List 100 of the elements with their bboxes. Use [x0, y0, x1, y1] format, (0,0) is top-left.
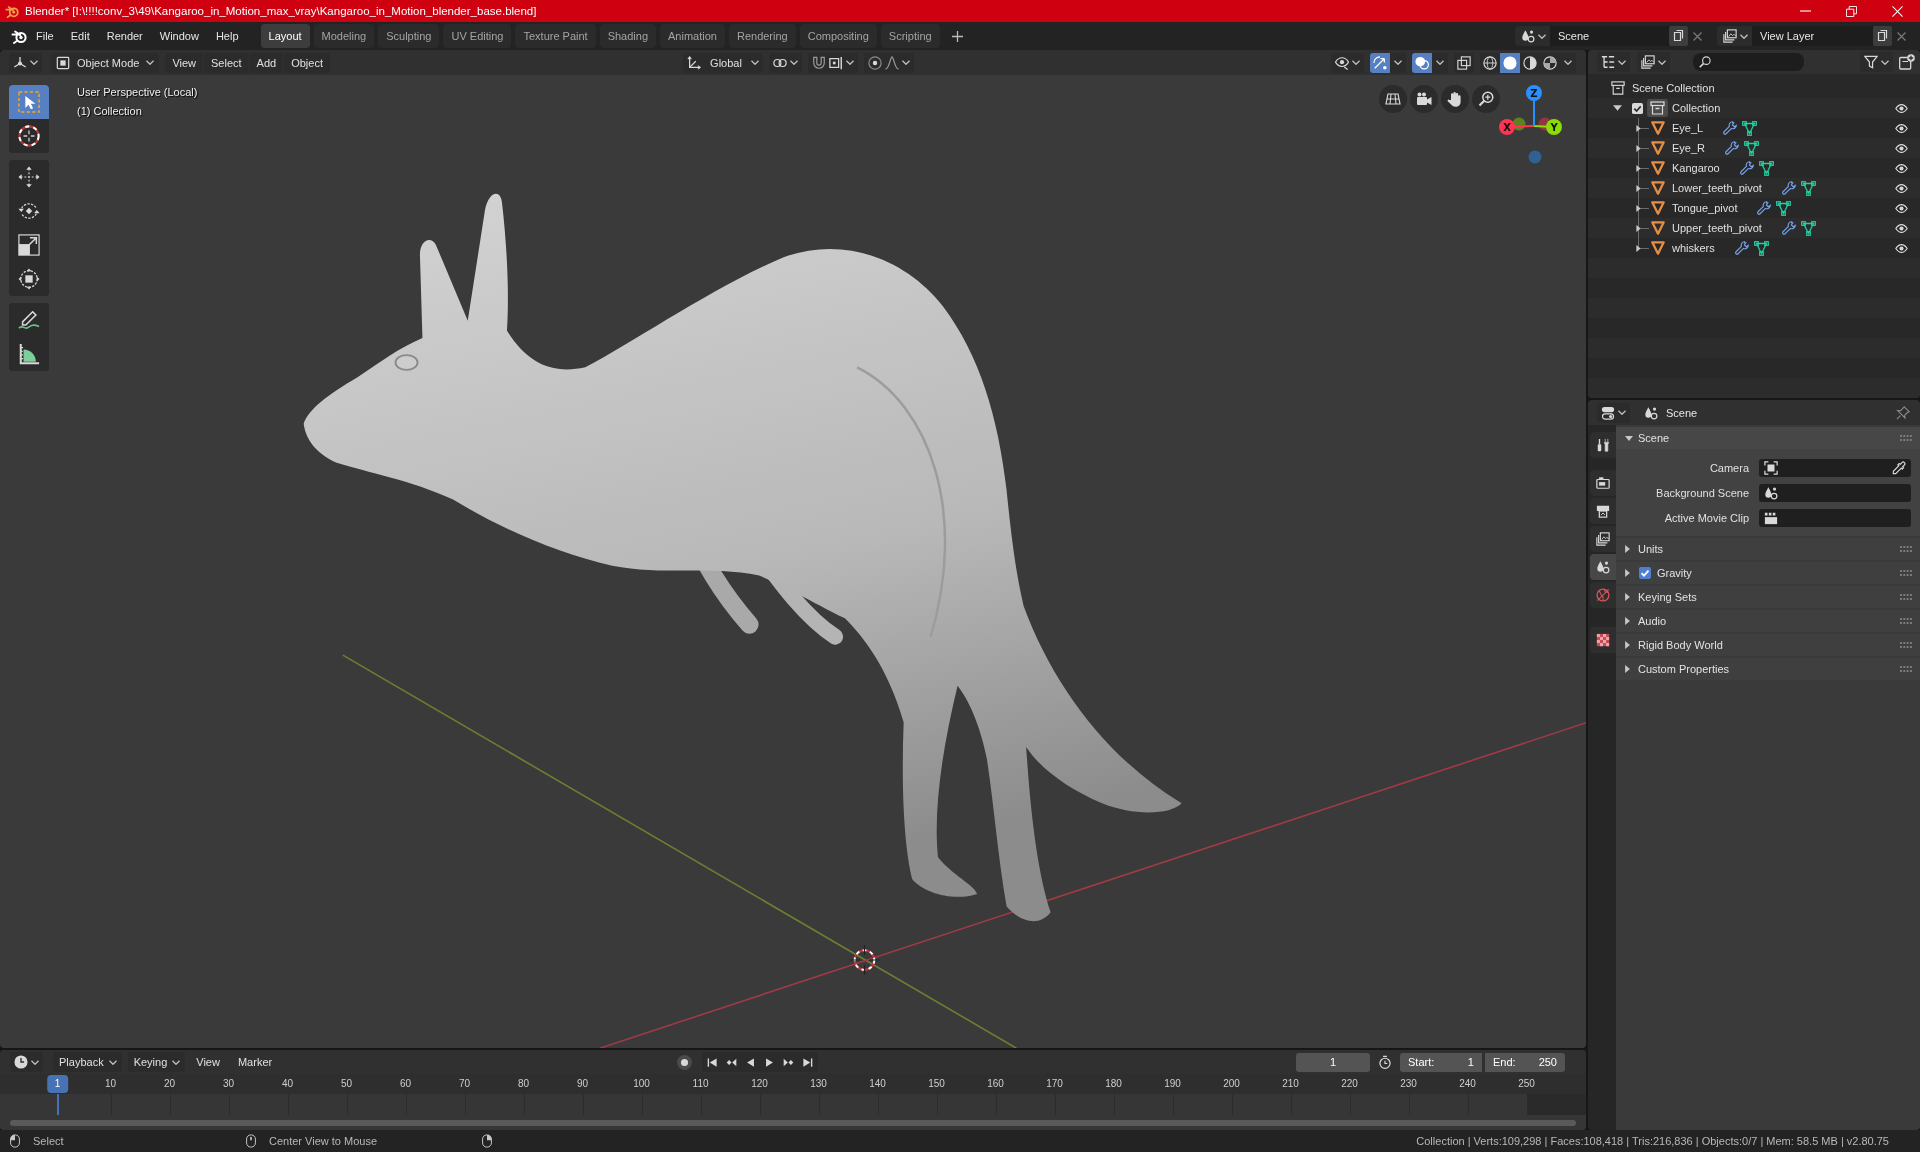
zoom-icon[interactable] [1472, 85, 1500, 113]
wrench-icon[interactable] [1781, 221, 1796, 235]
record-icon[interactable] [677, 1054, 693, 1070]
drag-handle-icon[interactable] [1900, 665, 1912, 673]
mesh-data-icon[interactable] [1744, 140, 1760, 156]
eye-icon[interactable] [1895, 203, 1908, 213]
wrench-icon[interactable] [1757, 201, 1772, 215]
orientation-dropdown[interactable]: Global [683, 52, 763, 73]
pivot-point-button[interactable] [768, 52, 802, 73]
pin-icon[interactable] [1896, 405, 1910, 420]
next-keyframe-icon[interactable] [783, 1056, 795, 1068]
eye-icon[interactable] [1895, 143, 1908, 153]
workspace-tab[interactable]: Rendering [728, 24, 796, 48]
expand-arrow-icon[interactable] [1636, 124, 1641, 132]
view-layer-name-field[interactable]: View Layer [1752, 26, 1873, 46]
panel-header[interactable]: Units [1616, 538, 1920, 560]
expand-arrow-icon[interactable] [1636, 164, 1641, 172]
panel-header[interactable]: Rigid Body World [1616, 634, 1920, 656]
eye-icon[interactable] [1895, 223, 1908, 233]
mode-dropdown[interactable]: Object Mode [51, 52, 160, 73]
drag-handle-icon[interactable] [1900, 569, 1912, 577]
expand-arrow-icon[interactable] [1636, 224, 1641, 232]
menu-item[interactable]: View [189, 1052, 227, 1072]
menu-item[interactable]: View [165, 52, 204, 73]
menu-item[interactable]: Object [284, 52, 330, 73]
filter-button[interactable] [1860, 52, 1893, 72]
collection-name[interactable]: Scene Collection [1632, 82, 1715, 94]
restore-icon[interactable] [1846, 5, 1857, 17]
editor-type-button[interactable] [10, 1052, 43, 1072]
workspace-tab[interactable]: Compositing [799, 24, 877, 48]
panel-header[interactable]: Gravity [1616, 562, 1920, 584]
timeline-track[interactable] [0, 1094, 1586, 1115]
menu-item[interactable]: Window [152, 26, 206, 46]
drag-handle-icon[interactable] [1900, 641, 1912, 649]
gizmo-toggle[interactable] [1370, 52, 1390, 73]
workspace-tab[interactable]: UV Editing [443, 24, 512, 48]
properties-tab[interactable] [1590, 526, 1616, 552]
viewport-canvas[interactable]: User Perspective (Local) (1) Collection X Y Z [0, 75, 1586, 1048]
close-icon[interactable] [1897, 31, 1906, 41]
shading-mode-button[interactable] [1480, 52, 1500, 73]
drag-handle-icon[interactable] [1900, 593, 1912, 601]
panel-header[interactable]: Keying Sets [1616, 586, 1920, 608]
menu-item[interactable]: Add [249, 52, 284, 73]
drag-handle-icon[interactable] [1900, 434, 1912, 442]
play-icon[interactable] [764, 1056, 776, 1068]
snap-button[interactable] [807, 52, 858, 73]
blender-logo-icon[interactable] [11, 28, 27, 44]
mesh-data-icon[interactable] [1758, 160, 1774, 176]
object-name[interactable]: Tongue_pivot [1672, 202, 1738, 214]
drag-handle-icon[interactable] [1900, 617, 1912, 625]
object-name[interactable]: Upper_teeth_pivot [1672, 222, 1762, 234]
object-name[interactable]: Kangaroo [1672, 162, 1720, 174]
properties-tab[interactable] [1590, 498, 1616, 524]
menu-item[interactable]: Edit [63, 26, 97, 46]
display-mode-button[interactable] [1637, 52, 1670, 72]
wrench-icon[interactable] [1734, 241, 1749, 255]
overlay-toggle[interactable] [1412, 52, 1432, 73]
drag-handle-icon[interactable] [1900, 545, 1912, 553]
proportional-edit-button[interactable] [863, 52, 914, 73]
scrollbar[interactable] [10, 1119, 1576, 1126]
hand-icon[interactable] [1441, 85, 1469, 113]
workspace-tab[interactable]: Sculpting [378, 24, 440, 48]
workspace-tab[interactable]: Texture Paint [515, 24, 596, 48]
new-collection-icon[interactable] [1899, 54, 1915, 70]
expand-arrow-icon[interactable] [1613, 105, 1622, 111]
playhead[interactable] [56, 1094, 59, 1115]
axis-handle[interactable]: Z [1526, 85, 1542, 127]
menu-item[interactable]: Help [208, 26, 246, 46]
menu-item[interactable]: Marker [230, 1052, 280, 1072]
copy-icon[interactable] [1669, 26, 1688, 46]
mesh-data-icon[interactable] [1800, 220, 1816, 236]
wrench-icon[interactable] [1739, 161, 1754, 175]
expand-arrow-icon[interactable] [1625, 641, 1630, 649]
editor-type-button[interactable] [1597, 402, 1630, 423]
negative-axis-handle[interactable] [1528, 150, 1542, 164]
expand-arrow-icon[interactable] [1636, 184, 1641, 192]
shading-mode-button[interactable] [1500, 52, 1520, 73]
scene-name-field[interactable]: Scene [1550, 26, 1669, 46]
mesh-data-icon[interactable] [1776, 200, 1792, 216]
properties-tab[interactable] [1590, 432, 1616, 458]
copy-icon[interactable] [1873, 26, 1892, 46]
properties-tab[interactable] [1590, 627, 1616, 653]
view-layer-selector-button[interactable] [1717, 26, 1752, 46]
expand-arrow-icon[interactable] [1636, 204, 1641, 212]
axis-handle[interactable]: X [1499, 119, 1535, 135]
xray-toggle[interactable] [1454, 52, 1474, 73]
checkbox[interactable] [1632, 102, 1643, 114]
wrench-icon[interactable] [1781, 181, 1796, 195]
select-box-tool[interactable] [9, 85, 49, 119]
stopwatch-icon[interactable] [1378, 1055, 1392, 1069]
workspace-tab[interactable]: Animation [660, 24, 725, 48]
editor-type-button[interactable] [9, 52, 42, 73]
start-frame-field[interactable]: Start: 1 [1400, 1052, 1482, 1072]
end-frame-field[interactable]: End: 250 [1485, 1052, 1565, 1072]
visibility-dropdown[interactable] [1331, 52, 1364, 73]
menu-dropdown[interactable]: Keying [127, 1052, 186, 1072]
checkbox[interactable] [1639, 567, 1651, 579]
menu-item[interactable]: File [29, 26, 61, 46]
workspace-tab[interactable]: Scripting [880, 24, 940, 48]
options-dropdown[interactable] [1432, 52, 1448, 73]
